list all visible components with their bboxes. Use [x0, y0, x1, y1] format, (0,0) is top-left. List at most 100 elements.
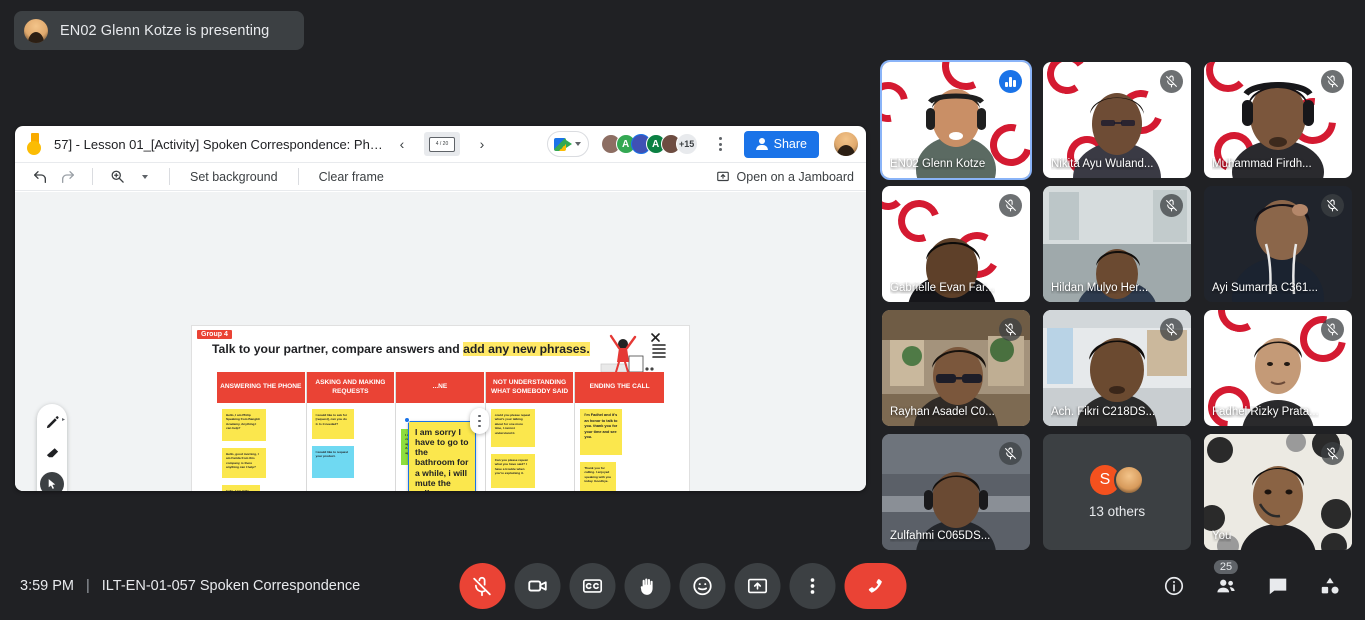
- activities-button[interactable]: [1311, 567, 1349, 605]
- people-button[interactable]: 25: [1207, 560, 1245, 605]
- participant-name: Rayhan Asadel C0...: [890, 406, 995, 418]
- participant-tile[interactable]: Ach. Fikri C218DS...: [1043, 310, 1191, 426]
- meeting-code: ILT-EN-01-057 Spoken Correspondence: [101, 578, 361, 594]
- participant-name: Gabrielle Evan Far...: [890, 282, 995, 294]
- meeting-details-button[interactable]: [1155, 567, 1193, 605]
- jamboard-header: 57] - Lesson 01_[Activity] Spoken Corres…: [15, 126, 866, 162]
- resize-handle[interactable]: [404, 417, 410, 423]
- more-options-button[interactable]: [789, 563, 835, 609]
- table-column: ASKING AND MAKING REQUESTS I would like …: [306, 372, 397, 491]
- sticky-note[interactable]: Hello, good morning, I am Farida from th…: [222, 448, 266, 478]
- select-tool-icon[interactable]: [40, 472, 64, 491]
- others-avatars: S: [1090, 465, 1144, 495]
- frame-selector[interactable]: 4 / 20: [424, 132, 460, 156]
- avatar: [1114, 465, 1144, 495]
- table-column: NOT UNDERSTANDING WHAT SOMEBODY SAID cou…: [485, 372, 576, 491]
- sticky-note[interactable]: I would like to request your product.: [311, 446, 354, 478]
- sticky-note-options-icon[interactable]: [470, 408, 489, 434]
- closed-captions-button[interactable]: [569, 563, 615, 609]
- participant-count-badge: 25: [1213, 560, 1239, 574]
- sticky-note[interactable]: I'm Fadhel and it's an honor to talk to …: [580, 409, 623, 455]
- open-on-jamboard-button[interactable]: Open on a Jamboard: [716, 170, 854, 184]
- redo-icon[interactable]: [55, 166, 81, 188]
- zoom-in-icon[interactable]: [104, 166, 130, 188]
- selected-sticky-note[interactable]: I am sorry I have to go to the bathroom …: [408, 421, 476, 491]
- presenter-avatar: [24, 18, 48, 43]
- participant-tile[interactable]: Fadhel Rizky Prata...: [1204, 310, 1352, 426]
- column-header: ENDING THE CALL: [575, 372, 664, 403]
- participant-name: Zulfahmi C065DS...: [890, 530, 991, 542]
- participant-name: Ach. Fikri C218DS...: [1051, 406, 1156, 418]
- participant-tile[interactable]: Rayhan Asadel C0...: [882, 310, 1030, 426]
- meeting-time: 3:59 PM: [20, 578, 74, 594]
- mic-off-icon: [1321, 442, 1344, 465]
- mic-off-icon: [999, 442, 1022, 465]
- sticky-note[interactable]: Hello, I am Philip Speaking from Bangkit…: [222, 409, 266, 441]
- slide-heading-highlight: add any new phrases.: [463, 342, 590, 356]
- zoom-dropdown-icon[interactable]: [132, 166, 158, 188]
- sticky-note[interactable]: I would like to ask for [request], can y…: [311, 409, 354, 439]
- pen-icon[interactable]: ▸: [40, 410, 65, 434]
- column-header: ANSWERING THE PHONE: [217, 372, 306, 403]
- group-tag: Group 4: [197, 330, 232, 339]
- collaborator-avatars[interactable]: A A +15: [600, 133, 698, 155]
- mic-off-icon: [1321, 70, 1344, 93]
- account-avatar[interactable]: [834, 132, 858, 156]
- jamboard-more-options-icon[interactable]: [711, 137, 731, 151]
- others-tile[interactable]: S 13 others: [1043, 434, 1191, 550]
- toolbar-divider: [169, 168, 170, 185]
- present-to-meet-button[interactable]: [546, 131, 589, 157]
- participant-tile[interactable]: Muhammad Firdh...: [1204, 62, 1352, 178]
- jamboard-toolbar: Set background Clear frame Open on a Jam…: [15, 162, 866, 191]
- table-column: ENDING THE CALL I'm Fadhel and it's an h…: [575, 372, 664, 491]
- slide-heading-plain: Talk to your partner, compare answers an…: [212, 342, 464, 356]
- jamboard-window: 57] - Lesson 01_[Activity] Spoken Corres…: [15, 126, 866, 491]
- person-illustration: [600, 333, 666, 373]
- clear-frame-button[interactable]: Clear frame: [310, 170, 393, 184]
- share-button[interactable]: Share: [743, 130, 819, 158]
- microphone-off-button[interactable]: [459, 563, 505, 609]
- sticky-note[interactable]: could you please repeat what's your talk…: [490, 409, 535, 447]
- camera-button[interactable]: [514, 563, 560, 609]
- person-add-icon: [755, 137, 769, 151]
- jamboard-tool-rail: ▸ ▸: [37, 404, 67, 491]
- raise-hand-button[interactable]: [624, 563, 670, 609]
- participant-tile[interactable]: Hildan Mulyo Her...: [1043, 186, 1191, 302]
- participant-tile[interactable]: Zulfahmi C065DS...: [882, 434, 1030, 550]
- chevron-down-icon: [574, 142, 581, 146]
- set-background-button[interactable]: Set background: [181, 170, 287, 184]
- chat-button[interactable]: [1259, 567, 1297, 605]
- participant-tile[interactable]: EN02 Glenn Kotze: [880, 60, 1032, 180]
- jamboard-logo-icon: [25, 133, 44, 155]
- participant-grid: EN02 Glenn Kotze Nikita Ayu Wuland... Mu…: [880, 60, 1352, 552]
- column-header: NOT UNDERSTANDING WHAT SOMEBODY SAID: [485, 372, 575, 403]
- emoji-reaction-button[interactable]: [679, 563, 725, 609]
- eraser-icon[interactable]: [40, 441, 64, 465]
- table-column: ANSWERING THE PHONE Hello, I am Philip S…: [217, 372, 307, 491]
- participant-tile-self[interactable]: You: [1204, 434, 1352, 550]
- participant-tile[interactable]: Nikita Ayu Wuland...: [1043, 62, 1191, 178]
- call-controls: [459, 563, 906, 609]
- participant-name: Hildan Mulyo Her...: [1051, 282, 1149, 294]
- mic-off-icon: [1160, 70, 1183, 93]
- participant-name: You: [1212, 530, 1232, 542]
- others-count-label: 13 others: [1088, 504, 1146, 519]
- sticky-note[interactable]: Thank you for calling. I enjoyed speakin…: [580, 462, 617, 491]
- mic-off-icon: [1160, 318, 1183, 341]
- undo-icon[interactable]: [27, 166, 53, 188]
- jamboard-title: 57] - Lesson 01_[Activity] Spoken Corres…: [54, 136, 384, 152]
- previous-frame-button[interactable]: ‹: [390, 132, 414, 156]
- open-on-jamboard-label: Open on a Jamboard: [736, 169, 854, 184]
- participant-tile[interactable]: Ayi Sumarna C361...: [1204, 186, 1352, 302]
- present-screen-button[interactable]: [734, 563, 780, 609]
- google-meet-icon: [553, 137, 572, 151]
- sticky-note[interactable]: hello, I am Arifa, may I ask something?: [222, 485, 260, 491]
- meeting-info-separator: |: [86, 578, 90, 594]
- presenting-banner: EN02 Glenn Kotze is presenting: [14, 11, 304, 50]
- next-frame-button[interactable]: ›: [470, 132, 494, 156]
- end-call-button[interactable]: [844, 563, 906, 609]
- jamboard-canvas[interactable]: Group 4 Talk to your partner, compare an…: [15, 192, 866, 491]
- presenting-banner-text: EN02 Glenn Kotze is presenting: [60, 22, 270, 39]
- participant-tile[interactable]: Gabrielle Evan Far...: [882, 186, 1030, 302]
- sticky-note[interactable]: Can you please repeat what you have said…: [490, 454, 535, 488]
